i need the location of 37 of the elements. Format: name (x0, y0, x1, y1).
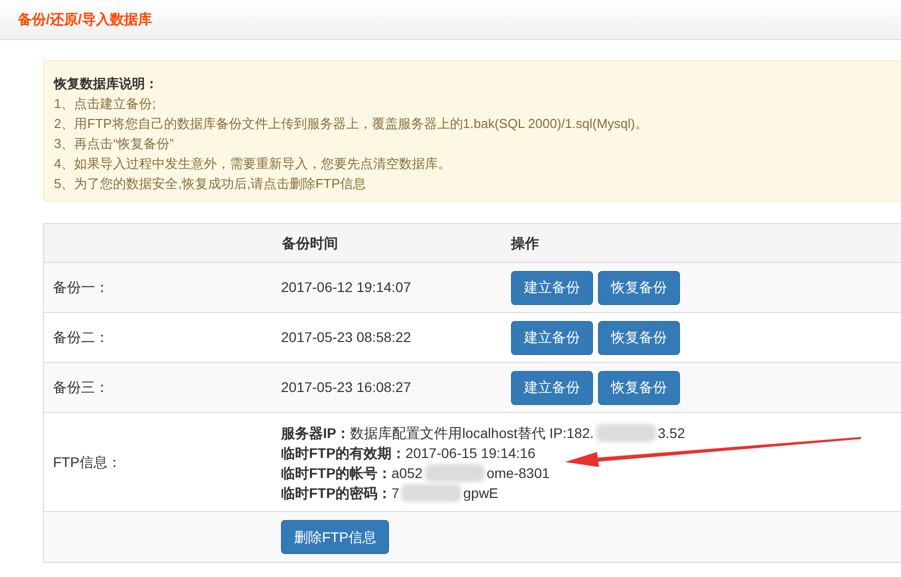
ftp-field-value: 2017-06-15 19:14:16 (405, 444, 536, 462)
redaction-blur (401, 484, 462, 502)
ftp-field-label: 服务器IP： (281, 424, 350, 442)
ftp-field-value: 数据库配置文件用localhost替代 IP:182. (350, 424, 594, 442)
restore-backup-button[interactable]: 恢复备份 (598, 270, 680, 304)
redaction-blur (596, 424, 656, 442)
ftp-field-value: a052 (391, 464, 423, 482)
notice-line: 1、点击建立备份; (54, 95, 157, 113)
ftp-field-value: 7 (391, 484, 400, 502)
restore-backup-button[interactable]: 恢复备份 (598, 370, 680, 404)
ftp-field-label: 临时FTP的密码： (281, 484, 392, 502)
backup-time: 2017-05-23 16:08:27 (281, 378, 411, 397)
redaction-blur (424, 464, 485, 482)
restore-backup-button[interactable]: 恢复备份 (598, 320, 680, 354)
backup-time: 2017-05-23 08:58:22 (281, 328, 411, 347)
create-backup-button[interactable]: 建立备份 (511, 370, 593, 404)
notice-line: 3、再点击“恢复备份” (54, 135, 175, 153)
row-label: 备份一： (53, 278, 109, 297)
row-label: 备份三： (53, 378, 109, 397)
notice-line: 5、为了您的数据安全,恢复成功后,请点击删除FTP信息 (54, 175, 368, 193)
page-title: 备份/还原/导入数据库 (18, 10, 152, 29)
ftp-field-value: ome-8301 (486, 464, 550, 482)
ftp-field-label: 临时FTP的有效期： (281, 444, 406, 462)
notice-line: 2、用FTP将您自己的数据库备份文件上传到服务器上，覆盖服务器上的1.bak(SQL 2000)/1.sql(Mysql)。 (54, 115, 649, 133)
ftp-field-label: 临时FTP的帐号： (281, 464, 392, 482)
create-backup-button[interactable]: 建立备份 (511, 270, 593, 304)
row-label: FTP信息： (53, 452, 122, 472)
delete-ftp-button[interactable]: 删除FTP信息 (281, 520, 390, 554)
notice-heading: 恢复数据库说明： (54, 75, 159, 93)
ftp-field-value: 3.52 (658, 424, 685, 442)
backup-time: 2017-06-12 19:14:07 (281, 278, 411, 297)
column-header: 操作 (511, 234, 539, 252)
notice-line: 4、如果导入过程中发生意外，需要重新导入，您要先点清空数据库。 (54, 155, 452, 173)
create-backup-button[interactable]: 建立备份 (511, 320, 593, 354)
column-header: 备份时间 (282, 234, 338, 252)
row-label: 备份二： (53, 328, 109, 347)
ftp-field-value: gpwE (463, 484, 498, 502)
